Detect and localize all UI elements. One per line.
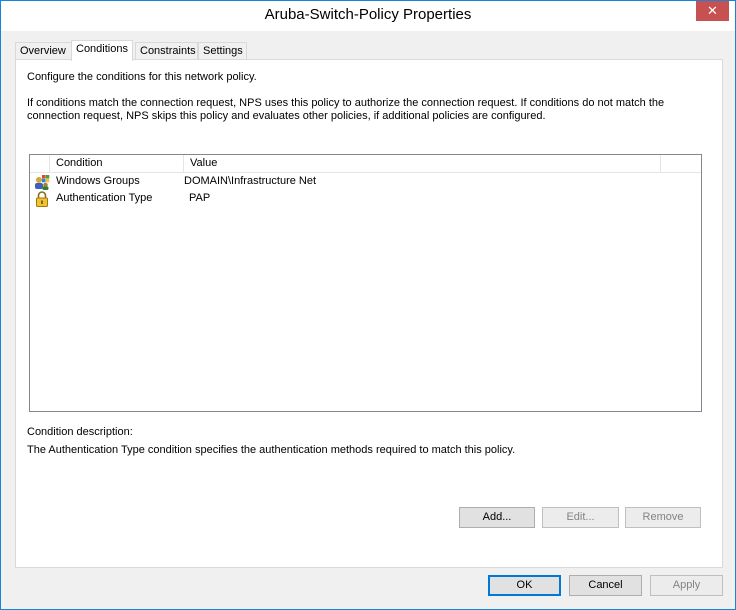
- conditions-list[interactable]: Condition Value Windows Groups DOMAIN\In…: [29, 154, 702, 412]
- close-button[interactable]: ✕: [696, 1, 729, 21]
- title-bar: Aruba-Switch-Policy Properties ✕: [1, 1, 735, 31]
- explanation-line-2: connection request, NPS skips this polic…: [27, 110, 546, 122]
- condition-name: Authentication Type: [56, 192, 153, 204]
- remove-button[interactable]: Remove: [625, 507, 701, 528]
- explanation-line-1: If conditions match the connection reque…: [27, 97, 665, 109]
- cancel-button[interactable]: Cancel: [569, 575, 642, 596]
- list-item[interactable]: Windows Groups DOMAIN\Infrastructure Net: [30, 174, 701, 191]
- list-header: Condition Value: [30, 155, 701, 173]
- icon-column-header[interactable]: [30, 155, 50, 173]
- ok-button[interactable]: OK: [488, 575, 561, 596]
- list-item[interactable]: Authentication Type PAP: [30, 191, 701, 208]
- intro-text: Configure the conditions for this networ…: [27, 71, 257, 83]
- add-button[interactable]: Add...: [459, 507, 535, 528]
- condition-name: Windows Groups: [56, 175, 140, 187]
- tab-constraints[interactable]: Constraints: [135, 42, 198, 60]
- properties-dialog: Aruba-Switch-Policy Properties ✕ Overvie…: [0, 0, 736, 610]
- lock-icon: [34, 191, 50, 207]
- tab-conditions[interactable]: Conditions: [71, 40, 133, 61]
- window-title: Aruba-Switch-Policy Properties: [264, 6, 472, 23]
- condition-value: DOMAIN\Infrastructure Net: [184, 175, 317, 187]
- condition-value: PAP: [189, 192, 211, 204]
- value-column-header[interactable]: Value: [184, 155, 661, 173]
- condition-description-label: Condition description:: [27, 426, 133, 438]
- condition-description-text: The Authentication Type condition specif…: [27, 444, 516, 456]
- condition-column-header[interactable]: Condition: [50, 155, 184, 173]
- edit-button[interactable]: Edit...: [542, 507, 619, 528]
- filler-column-header: [661, 155, 701, 173]
- tab-settings[interactable]: Settings: [198, 42, 247, 60]
- tab-overview[interactable]: Overview: [15, 42, 72, 60]
- conditions-panel: Configure the conditions for this networ…: [15, 59, 723, 568]
- apply-button[interactable]: Apply: [650, 575, 723, 596]
- windows-groups-icon: [34, 174, 50, 190]
